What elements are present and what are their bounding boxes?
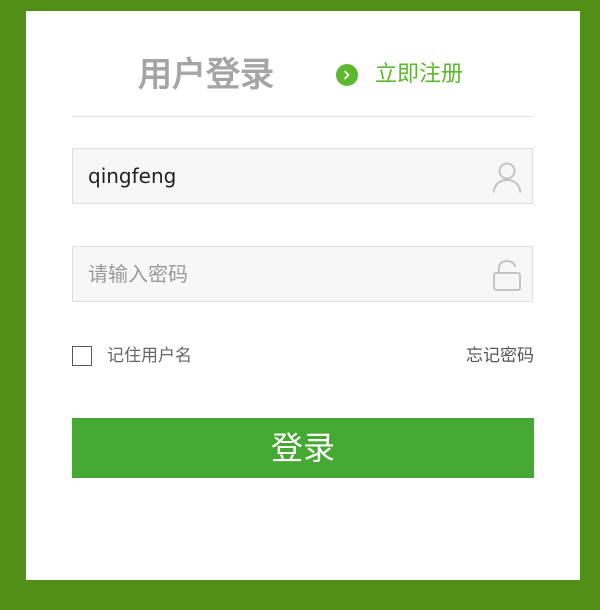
username-field (72, 148, 533, 204)
login-header: 用户登录 立即注册 (72, 11, 534, 117)
forgot-password-link[interactable]: 忘记密码 (466, 345, 534, 367)
password-input[interactable] (73, 247, 478, 301)
page-title: 用户登录 (138, 55, 274, 95)
unlock-icon (490, 258, 524, 292)
user-icon (490, 160, 524, 194)
username-input[interactable] (73, 149, 478, 203)
remember-checkbox[interactable] (72, 346, 92, 366)
password-field (72, 246, 533, 302)
login-card: 用户登录 立即注册 记住用户名 (26, 11, 580, 580)
remember-username[interactable]: 记住用户名 (72, 345, 192, 367)
register-link[interactable]: 立即注册 (336, 57, 463, 93)
remember-label: 记住用户名 (107, 346, 192, 366)
login-button[interactable]: 登录 (72, 418, 534, 478)
chevron-right-circle-icon (336, 64, 358, 86)
register-label: 立即注册 (375, 62, 464, 87)
